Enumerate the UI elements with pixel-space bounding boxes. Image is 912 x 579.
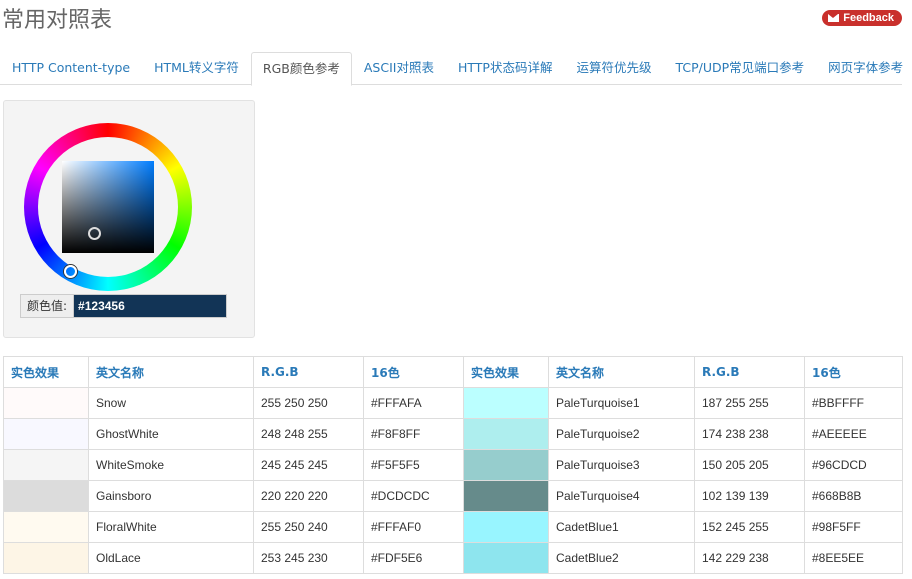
color-hex: #96CDCD — [804, 449, 903, 481]
color-name: PaleTurquoise4 — [548, 480, 695, 512]
header-swatch: 实色效果 — [463, 356, 549, 388]
color-value-input[interactable] — [73, 294, 228, 318]
color-hex: #668B8B — [804, 480, 903, 512]
color-swatch — [3, 418, 89, 450]
tab-tcp-udp-ports[interactable]: TCP/UDP常见端口参考 — [663, 52, 816, 84]
color-hex: #FFFAF0 — [363, 511, 464, 543]
table-header-row: 实色效果 英文名称 R.G.B 16色 实色效果 英文名称 R.G.B 16色 — [3, 356, 903, 388]
color-swatch — [463, 511, 549, 543]
color-name: Snow — [88, 387, 254, 419]
tab-ascii[interactable]: ASCII对照表 — [352, 52, 446, 84]
table-row: Snow 255 250 250 #FFFAFA PaleTurquoise1 … — [3, 387, 903, 419]
tab-rgb-colors[interactable]: RGB颜色参考 — [250, 52, 352, 86]
color-rgb: 174 238 238 — [694, 418, 805, 450]
color-rgb: 187 255 255 — [694, 387, 805, 419]
color-name: PaleTurquoise3 — [548, 449, 695, 481]
tab-http-status[interactable]: HTTP状态码详解 — [446, 52, 565, 84]
color-hex: #BBFFFF — [804, 387, 903, 419]
header-name: 英文名称 — [548, 356, 695, 388]
color-swatch — [3, 449, 89, 481]
tab-bar: HTTP Content-type HTML转义字符 RGB颜色参考 ASCII… — [0, 52, 903, 86]
color-swatch — [3, 387, 89, 419]
color-rgb: 253 245 230 — [253, 542, 364, 574]
hue-marker-handle[interactable] — [64, 265, 77, 278]
table-row: OldLace 253 245 230 #FDF5E6 CadetBlue2 1… — [3, 542, 903, 574]
color-reference-table: 实色效果 英文名称 R.G.B 16色 实色效果 英文名称 R.G.B 16色 … — [3, 356, 903, 574]
color-swatch — [3, 511, 89, 543]
color-hex: #FDF5E6 — [363, 542, 464, 574]
saturation-value-square[interactable] — [62, 161, 154, 253]
page-title: 常用对照表 — [2, 8, 113, 33]
color-name: Gainsboro — [88, 480, 254, 512]
color-swatch — [463, 542, 549, 574]
table-row: FloralWhite 255 250 240 #FFFAF0 CadetBlu… — [3, 511, 903, 543]
color-swatch — [463, 480, 549, 512]
tab-web-fonts[interactable]: 网页字体参考 — [816, 52, 912, 84]
color-rgb: 150 205 205 — [694, 449, 805, 481]
color-rgb: 255 250 240 — [253, 511, 364, 543]
header-swatch: 实色效果 — [3, 356, 89, 388]
color-name: CadetBlue1 — [548, 511, 695, 543]
table-row: GhostWhite 248 248 255 #F8F8FF PaleTurqu… — [3, 418, 903, 450]
header-hex: 16色 — [804, 356, 903, 388]
feedback-button[interactable]: Feedback — [822, 10, 902, 26]
color-name: PaleTurquoise1 — [548, 387, 695, 419]
header-hex: 16色 — [363, 356, 464, 388]
color-name: WhiteSmoke — [88, 449, 254, 481]
table-row: Gainsboro 220 220 220 #DCDCDC PaleTurquo… — [3, 480, 903, 512]
color-hex: #AEEEEE — [804, 418, 903, 450]
color-value-row: 颜色值: — [20, 294, 228, 318]
color-swatch — [463, 449, 549, 481]
header-rgb: R.G.B — [253, 356, 364, 388]
mail-icon — [828, 14, 840, 22]
color-rgb: 248 248 255 — [253, 418, 364, 450]
color-hex: #8EE5EE — [804, 542, 903, 574]
color-swatch — [3, 480, 89, 512]
color-rgb: 245 245 245 — [253, 449, 364, 481]
color-hex: #F8F8FF — [363, 418, 464, 450]
color-rgb: 142 229 238 — [694, 542, 805, 574]
color-swatch — [3, 542, 89, 574]
color-rgb: 220 220 220 — [253, 480, 364, 512]
header-name: 英文名称 — [88, 356, 254, 388]
feedback-label: Feedback — [843, 12, 894, 24]
header-rgb: R.G.B — [694, 356, 805, 388]
color-name: PaleTurquoise2 — [548, 418, 695, 450]
color-swatch — [463, 387, 549, 419]
color-hex: #DCDCDC — [363, 480, 464, 512]
color-name: CadetBlue2 — [548, 542, 695, 574]
color-hex: #F5F5F5 — [363, 449, 464, 481]
tab-html-escape[interactable]: HTML转义字符 — [142, 52, 251, 84]
color-value-label: 颜色值: — [20, 294, 74, 318]
color-name: GhostWhite — [88, 418, 254, 450]
color-hex: #98F5FF — [804, 511, 903, 543]
color-name: OldLace — [88, 542, 254, 574]
color-picker-panel: 颜色值: — [3, 100, 255, 338]
color-rgb: 152 245 255 — [694, 511, 805, 543]
tab-operator-precedence[interactable]: 运算符优先级 — [564, 52, 663, 84]
color-name: FloralWhite — [88, 511, 254, 543]
color-rgb: 102 139 139 — [694, 480, 805, 512]
color-rgb: 255 250 250 — [253, 387, 364, 419]
sv-marker-handle[interactable] — [88, 227, 101, 240]
table-row: WhiteSmoke 245 245 245 #F5F5F5 PaleTurqu… — [3, 449, 903, 481]
color-hex: #FFFAFA — [363, 387, 464, 419]
tab-http-content-type[interactable]: HTTP Content-type — [0, 52, 142, 84]
color-swatch — [463, 418, 549, 450]
